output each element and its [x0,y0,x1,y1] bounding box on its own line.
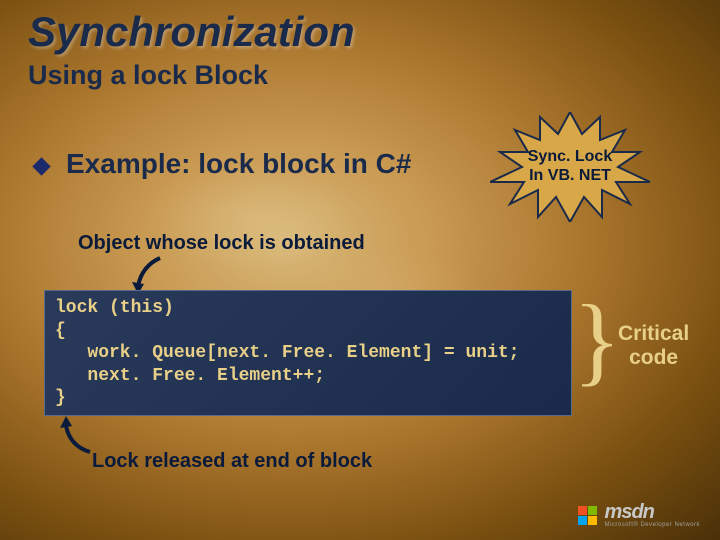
logo-text: msdn [605,502,654,522]
logo-subtext: Microsoft® Developer Network [605,522,700,528]
starburst-line2: In VB. NET [529,167,611,184]
critical-code-label: Criticalcode [618,322,689,370]
annotation-lock-released: Lock released at end of block [92,450,372,473]
annotation-object-lock: Object whose lock is obtained [78,232,365,255]
bullet-text: Example: lock block in C# [66,148,411,180]
arrow-up-icon [60,414,100,454]
starburst-line1: Sync. Lock [528,148,612,165]
code-block: lock (this) { work. Queue[next. Free. El… [44,290,572,416]
bullet-icon [32,157,50,175]
starburst-callout: Sync. Lock In VB. NET [490,112,650,222]
slide-subtitle: Using a lock Block [28,60,268,91]
slide-title: Synchronization [28,8,355,56]
brace-icon: } [573,290,621,390]
microsoft-icon [578,506,597,525]
bullet-row: Example: lock block in C# [35,148,411,180]
msdn-logo: msdn Microsoft® Developer Network [578,502,700,528]
